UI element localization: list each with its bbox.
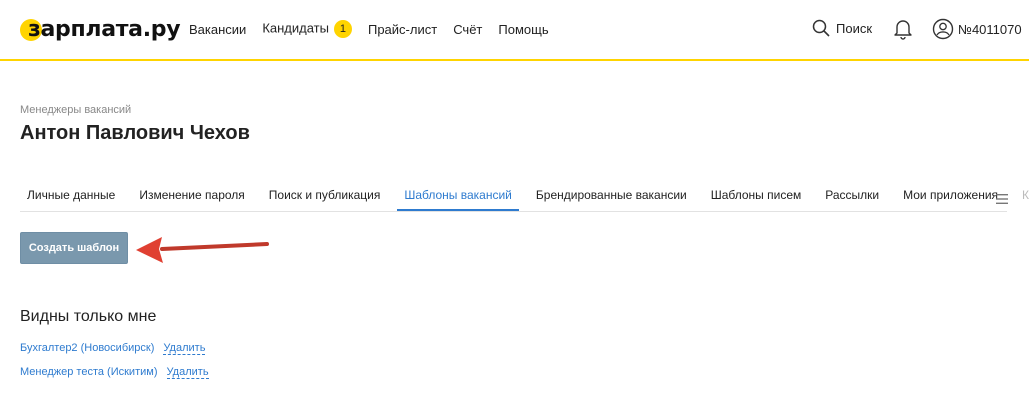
search-button[interactable]: Поиск (812, 19, 872, 37)
tab-personal-data[interactable]: Личные данные (20, 184, 122, 206)
account-button[interactable]: №4011070 (932, 18, 1022, 40)
hamburger-menu-icon (996, 194, 1008, 204)
search-label: Поиск (836, 20, 873, 36)
settings-tabs: Личные данные Изменение пароля Поиск и п… (20, 184, 1029, 212)
nav-candidates-label: Кандидаты (262, 20, 329, 36)
nav-candidates[interactable]: Кандидаты 1 (262, 20, 352, 38)
candidates-count-badge: 1 (333, 20, 352, 38)
template-row: Бухгалтер2 (Новосибирск) Удалить (20, 342, 206, 355)
tab-my-apps[interactable]: Мои приложения (896, 184, 1005, 206)
create-template-button[interactable]: Создать шаблон (20, 232, 128, 264)
bell-icon (894, 20, 912, 40)
tab-quota[interactable]: Ква (1015, 184, 1029, 206)
tab-mailings[interactable]: Рассылки (818, 184, 886, 206)
section-title: Видны только мне (20, 308, 157, 325)
tab-letter-templates[interactable]: Шаблоны писем (704, 184, 809, 206)
tab-branded-vacancies[interactable]: Брендированные вакансии (529, 184, 694, 206)
tab-change-password[interactable]: Изменение пароля (132, 184, 251, 206)
notifications-button[interactable] (893, 18, 913, 45)
page-title: Антон Павлович Чехов (20, 122, 250, 144)
user-icon (932, 18, 954, 40)
template-link[interactable]: Бухгалтер2 (Новосибирск) (20, 342, 154, 354)
account-number: №4011070 (958, 21, 1022, 37)
template-link[interactable]: Менеджер теста (Искитим) (20, 366, 157, 378)
nav-account-bill[interactable]: Счёт (453, 22, 482, 37)
tab-search-publication[interactable]: Поиск и публикация (262, 184, 388, 206)
nav-vacancies[interactable]: Вакансии (189, 22, 246, 37)
logo[interactable]: зарплата.ру (20, 14, 181, 44)
top-header: зарплата.ру Вакансии Кандидаты 1 Прайс-ли… (0, 0, 1029, 61)
template-row: Менеджер теста (Искитим) Удалить (20, 366, 209, 379)
delete-link[interactable]: Удалить (166, 366, 209, 379)
tabs-more-button[interactable] (996, 191, 1008, 209)
nav-price-list[interactable]: Прайс-лист (368, 22, 437, 37)
breadcrumb[interactable]: Менеджеры вакансий (20, 104, 131, 116)
delete-link[interactable]: Удалить (163, 342, 206, 355)
search-icon (812, 19, 830, 37)
nav-help[interactable]: Помощь (498, 22, 548, 37)
red-arrow-icon (136, 237, 269, 263)
logo-text: зарплата.ру (28, 16, 181, 42)
tab-vacancy-templates[interactable]: Шаблоны вакансий (397, 184, 519, 211)
main-nav: Вакансии Кандидаты 1 Прайс-лист Счёт Помо… (189, 20, 565, 38)
